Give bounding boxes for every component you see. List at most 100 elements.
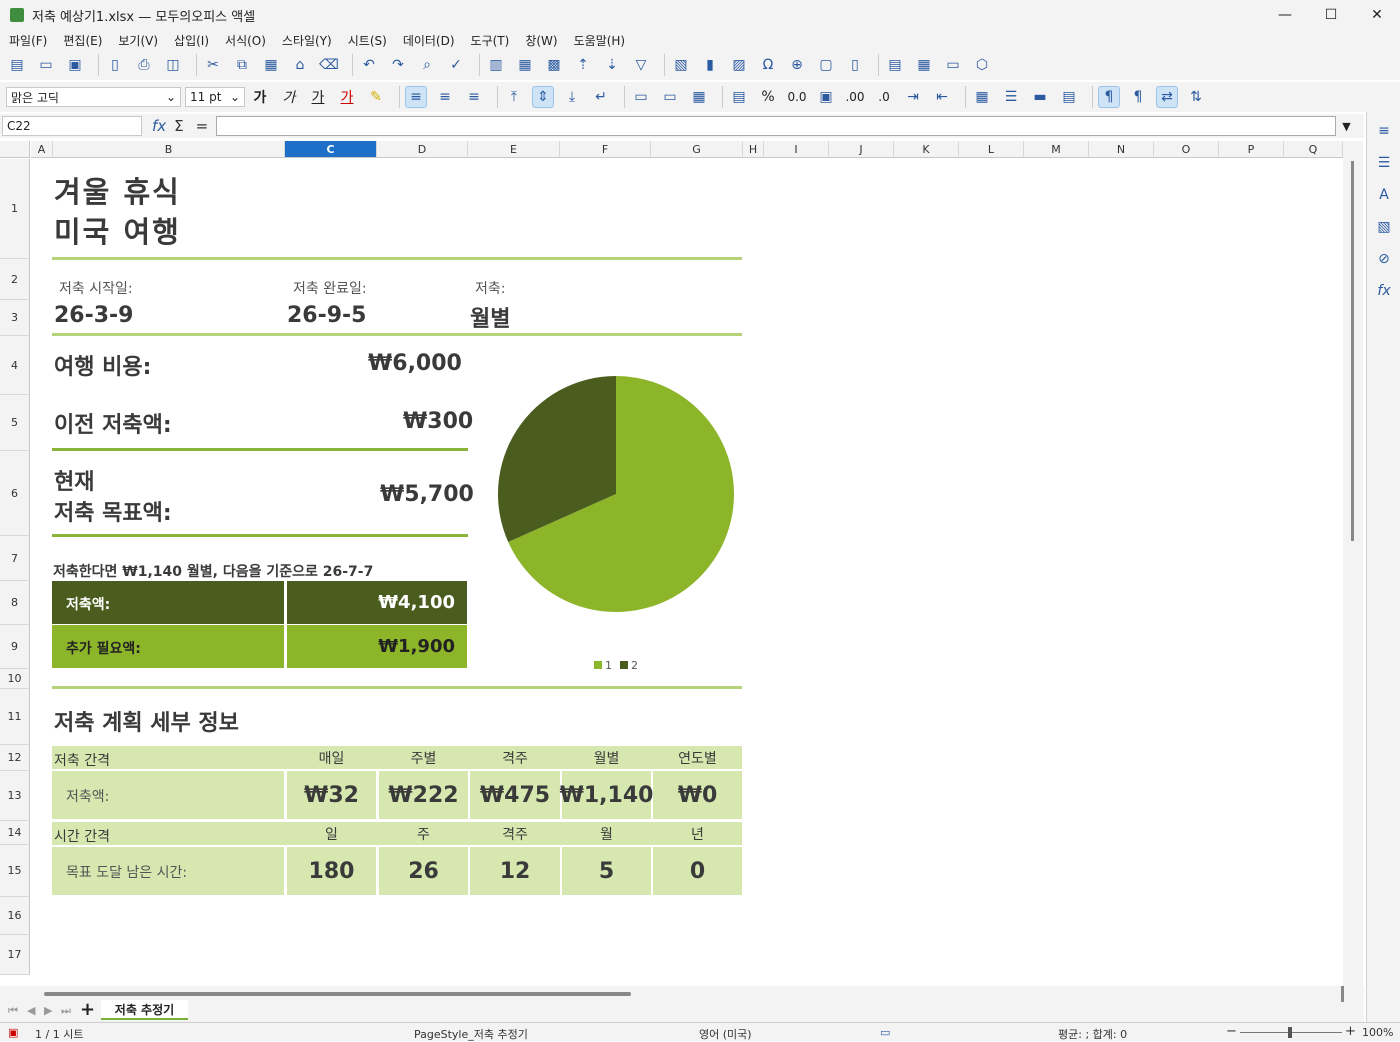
header-footer-icon[interactable]: ▯ <box>844 54 866 76</box>
align-bottom-icon[interactable]: ⤓ <box>561 86 583 108</box>
zoom-out-button[interactable]: − <box>1226 1024 1237 1039</box>
column-icon[interactable]: ▦ <box>514 54 536 76</box>
row-header-14[interactable]: 14 <box>0 821 30 845</box>
maximize-button[interactable]: ☐ <box>1308 0 1354 30</box>
column-header-m[interactable]: M <box>1024 141 1089 158</box>
pivot-table-icon[interactable]: ▨ <box>728 54 750 76</box>
column-header-l[interactable]: L <box>959 141 1024 158</box>
decrease-indent-icon[interactable]: ⇤ <box>931 86 953 108</box>
vertical-scrollbar[interactable] <box>1343 141 1363 986</box>
delete-decimal-button[interactable]: .0 <box>873 86 895 108</box>
remaining-value-0[interactable]: 180 <box>287 847 376 895</box>
gallery-icon[interactable]: ▧ <box>1373 216 1395 238</box>
image-icon[interactable]: ▧ <box>670 54 692 76</box>
new-icon[interactable]: ▤ <box>6 54 28 76</box>
column-header-h[interactable]: H <box>743 141 764 158</box>
redo-icon[interactable]: ↷ <box>387 54 409 76</box>
menu-sheet[interactable]: 시트(S) <box>343 32 392 49</box>
saved-label-cell[interactable]: 저축액: <box>52 581 284 624</box>
merge-cells-icon[interactable]: ▭ <box>630 86 652 108</box>
previous-savings-value[interactable]: ₩300 <box>403 409 473 434</box>
column-header-p[interactable]: P <box>1219 141 1284 158</box>
print-icon[interactable]: ⎙ <box>133 54 155 76</box>
amount-value-3[interactable]: ₩1,140 <box>560 771 653 819</box>
column-header-g[interactable]: G <box>651 141 743 158</box>
column-header-c[interactable]: C <box>285 141 377 158</box>
conditional-format-icon[interactable]: ▤ <box>1058 86 1080 108</box>
border-color-icon[interactable]: ▬ <box>1029 86 1051 108</box>
menu-window[interactable]: 창(W) <box>520 32 562 49</box>
comment-icon[interactable]: ▢ <box>815 54 837 76</box>
autofilter-icon[interactable]: ▽ <box>630 54 652 76</box>
horizontal-scrollbar[interactable] <box>44 992 631 996</box>
sum-icon[interactable]: Σ <box>174 117 183 135</box>
border-style-icon[interactable]: ☰ <box>1000 86 1022 108</box>
italic-button[interactable]: 가 <box>278 86 300 108</box>
saved-value-cell[interactable]: ₩4,100 <box>287 581 467 624</box>
wrap-text-icon[interactable]: ↵ <box>590 86 612 108</box>
remaining-value-1[interactable]: 26 <box>379 847 468 895</box>
align-center-icon[interactable]: ≡ <box>434 86 456 108</box>
row-header-5[interactable]: 5 <box>0 395 30 451</box>
remaining-value-4[interactable]: 0 <box>653 847 742 895</box>
close-button[interactable]: ✕ <box>1354 0 1400 30</box>
zoom-in-button[interactable]: + <box>1345 1024 1356 1039</box>
asian-text-icon[interactable]: ⇄ <box>1156 86 1178 108</box>
remaining-label-cell[interactable]: 목표 도달 남은 시간: <box>52 847 284 895</box>
interval-header-2[interactable]: 격주 <box>470 746 560 769</box>
underline-button[interactable]: 가 <box>307 86 329 108</box>
selection-mode-icon[interactable]: ▭ <box>880 1026 890 1039</box>
column-header-n[interactable]: N <box>1089 141 1154 158</box>
next-sheet-icon[interactable]: ▶ <box>44 1004 52 1017</box>
function-wizard-icon[interactable]: fx <box>152 117 166 135</box>
increase-indent-icon[interactable]: ⇥ <box>902 86 924 108</box>
sort-ascending-icon[interactable]: ⇡ <box>572 54 594 76</box>
interval-header-1[interactable]: 주별 <box>379 746 468 769</box>
zoom-level[interactable]: 100% <box>1362 1026 1393 1039</box>
remaining-value-2[interactable]: 12 <box>470 847 560 895</box>
row-header-15[interactable]: 15 <box>0 845 30 897</box>
save-icon[interactable]: ▣ <box>64 54 86 76</box>
properties-icon[interactable]: ☰ <box>1373 152 1395 174</box>
menu-data[interactable]: 데이터(D) <box>398 32 460 49</box>
zoom-slider-thumb[interactable] <box>1288 1027 1292 1038</box>
name-box[interactable]: C22 <box>2 116 142 136</box>
add-sheet-button[interactable]: + <box>80 999 95 1020</box>
styles-icon[interactable]: A <box>1373 184 1395 206</box>
minimize-button[interactable]: — <box>1262 0 1308 30</box>
row-header-12[interactable]: 12 <box>0 745 30 771</box>
align-middle-icon[interactable]: ⇕ <box>532 86 554 108</box>
align-right-icon[interactable]: ≡ <box>463 86 485 108</box>
currency-icon[interactable]: ▤ <box>728 86 750 108</box>
column-header-b[interactable]: B <box>53 141 285 158</box>
font-color-button[interactable]: 가 <box>336 86 358 108</box>
formula-icon[interactable]: = <box>196 117 209 135</box>
menu-icon[interactable]: ≡ <box>1373 120 1395 142</box>
row-header-13[interactable]: 13 <box>0 771 30 821</box>
time-header-1[interactable]: 주 <box>379 822 468 845</box>
savings-pie-chart[interactable]: 12 <box>491 371 741 681</box>
table-icon[interactable]: ▦ <box>913 54 935 76</box>
number-format-button[interactable]: 0.0 <box>786 86 808 108</box>
cut-icon[interactable]: ✂ <box>202 54 224 76</box>
row-header-10[interactable]: 10 <box>0 669 30 689</box>
needed-label-cell[interactable]: 추가 필요액: <box>52 625 284 668</box>
column-header-j[interactable]: J <box>829 141 894 158</box>
shapes-icon[interactable]: ⬡ <box>971 54 993 76</box>
amount-label-cell[interactable]: 저축액: <box>52 771 284 819</box>
copy-icon[interactable]: ⧉ <box>231 54 253 76</box>
amount-value-0[interactable]: ₩32 <box>287 771 376 819</box>
formula-input[interactable] <box>216 116 1337 136</box>
paste-icon[interactable]: ▦ <box>260 54 282 76</box>
add-decimal-button[interactable]: .00 <box>844 86 866 108</box>
freeze-icon[interactable]: ▩ <box>543 54 565 76</box>
column-header-q[interactable]: Q <box>1284 141 1343 158</box>
font-size-select[interactable]: 11 pt ⌄ <box>185 87 245 107</box>
clone-format-icon[interactable]: ⌂ <box>289 54 311 76</box>
percent-button[interactable]: % <box>757 86 779 108</box>
rtl-icon[interactable]: ¶ <box>1127 86 1149 108</box>
select-all-corner[interactable] <box>0 141 30 158</box>
column-header-a[interactable]: A <box>31 141 53 158</box>
menu-view[interactable]: 보기(V) <box>113 32 163 49</box>
print-preview-icon[interactable]: ◫ <box>162 54 184 76</box>
